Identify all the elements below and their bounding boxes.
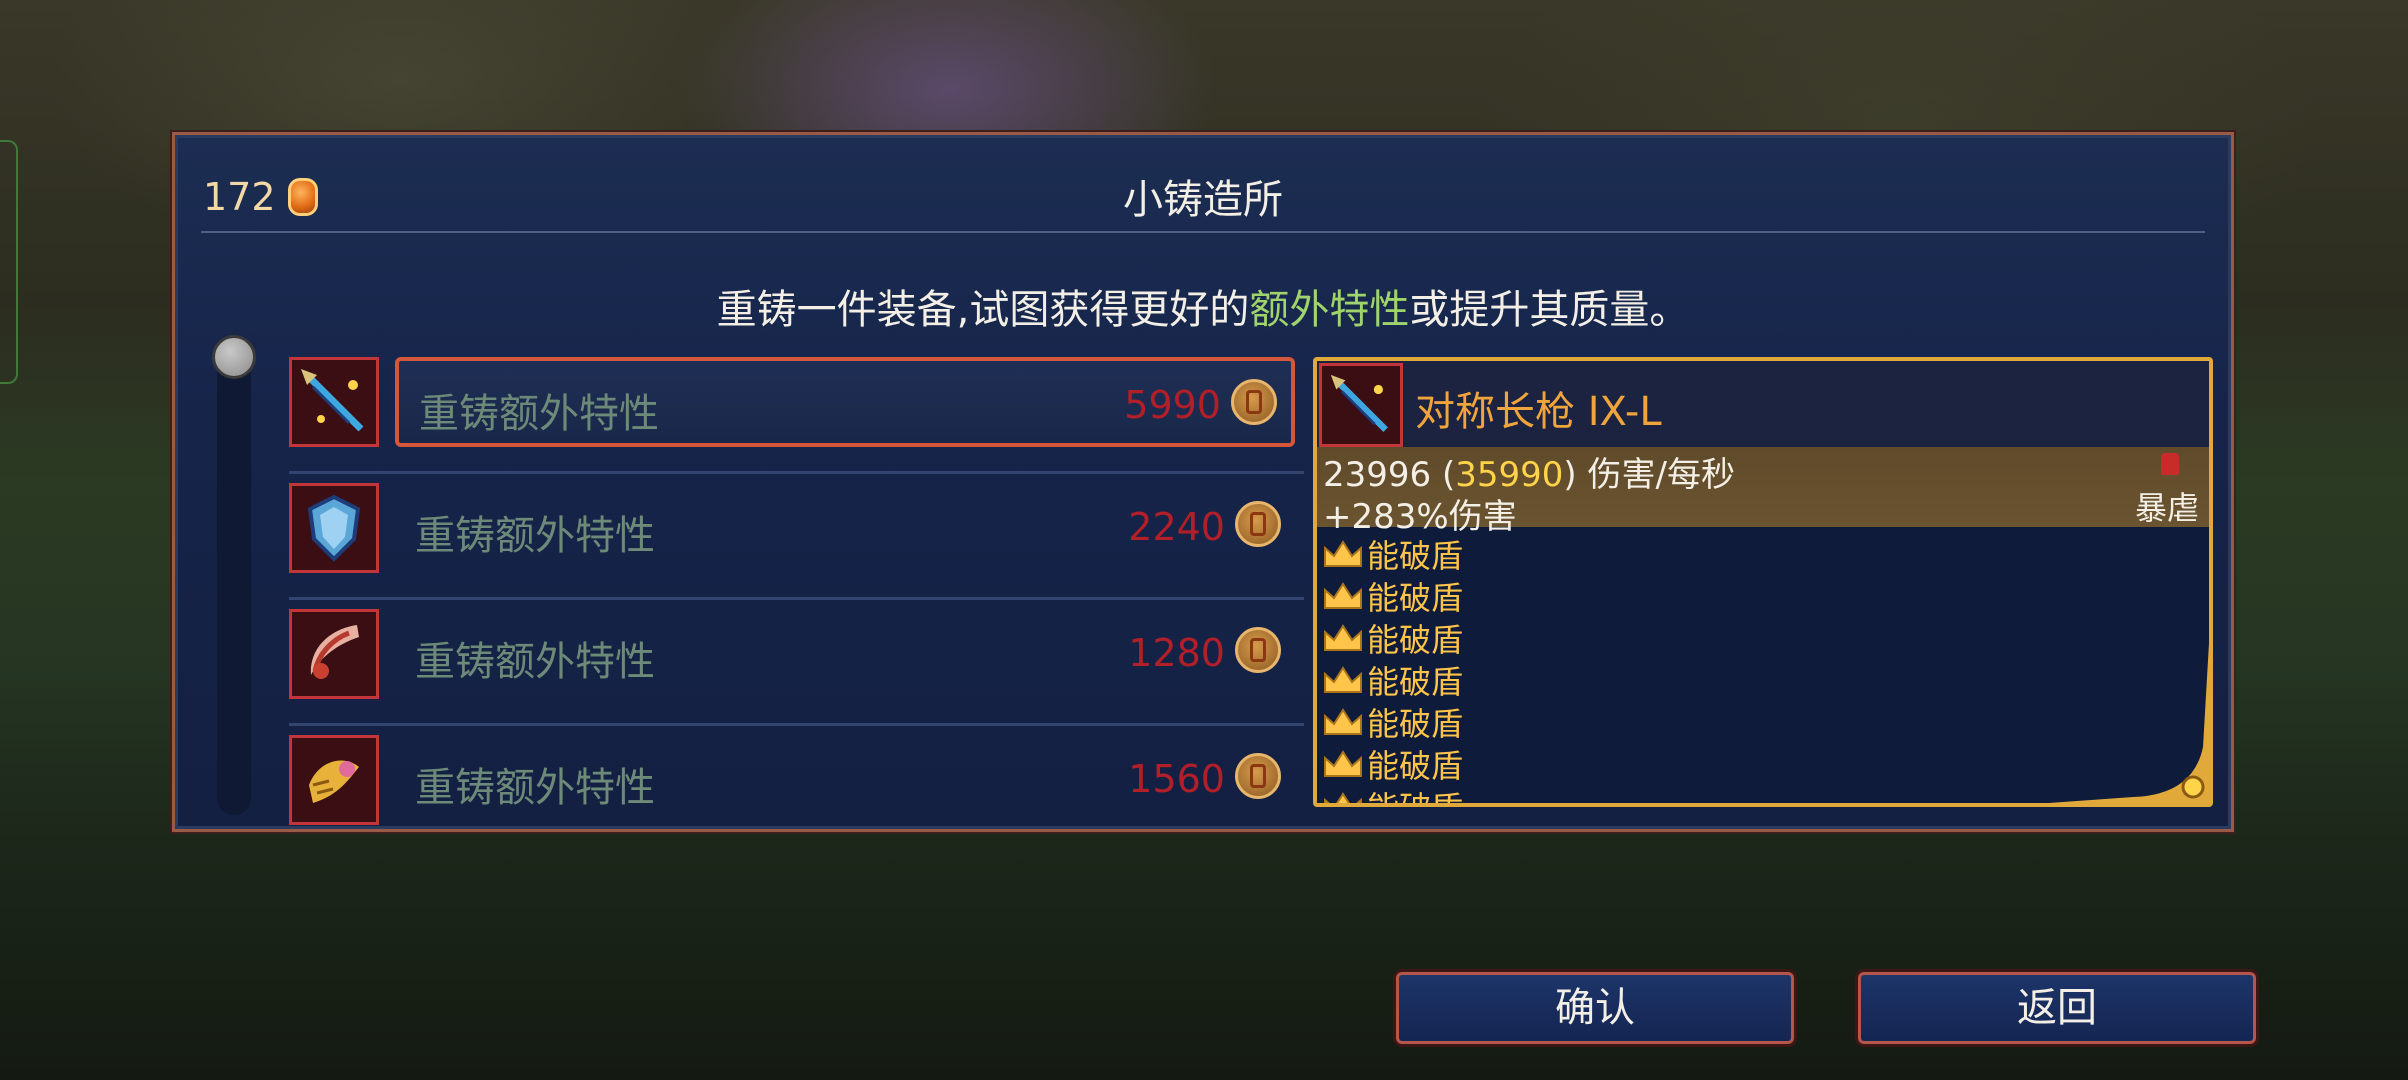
page-title: 小铸造所 bbox=[1123, 177, 1283, 223]
reforge-button[interactable]: 重铸额外特性 1280 bbox=[395, 609, 1295, 699]
mod-item: 能破盾 bbox=[1323, 783, 1463, 803]
row-divider bbox=[289, 723, 1304, 726]
reforge-label: 重铸额外特性 bbox=[415, 765, 655, 811]
dps-unit: ) 伤害/每秒 bbox=[1563, 455, 1735, 495]
reforge-button[interactable]: 重铸额外特性 5990 bbox=[395, 357, 1295, 447]
detail-header: 对称长枪 IX-L bbox=[1317, 361, 2209, 447]
row-divider bbox=[289, 471, 1304, 474]
reforge-button[interactable]: 重铸额外特性 1560 bbox=[395, 735, 1295, 825]
crown-icon bbox=[1323, 792, 1363, 803]
instruction-part-2: 或提升其质量。 bbox=[1409, 287, 1690, 333]
mod-label: 能破盾 bbox=[1367, 663, 1464, 701]
mod-item: 能破盾 bbox=[1323, 701, 1463, 743]
corner-ornament bbox=[2049, 643, 2209, 803]
mod-label: 能破盾 bbox=[1367, 537, 1464, 575]
mod-item: 能破盾 bbox=[1323, 575, 1463, 617]
back-button[interactable]: 返回 bbox=[1858, 972, 2256, 1044]
claw-icon bbox=[289, 609, 379, 699]
reforge-label: 重铸额外特性 bbox=[415, 513, 655, 559]
reforge-cost: 1280 bbox=[1128, 631, 1225, 675]
reforge-cost: 5990 bbox=[1124, 383, 1221, 427]
crown-icon bbox=[1323, 624, 1363, 652]
fist-icon bbox=[2161, 453, 2179, 475]
mod-label: 能破盾 bbox=[1367, 579, 1464, 617]
spear-icon bbox=[289, 357, 379, 447]
reforge-label: 重铸额外特性 bbox=[415, 639, 655, 685]
spear-icon bbox=[1319, 363, 1403, 447]
crown-icon bbox=[1323, 582, 1363, 610]
instruction-part-1: 重铸一件装备,试图获得更好的 bbox=[716, 287, 1250, 333]
side-tab-edge bbox=[0, 140, 18, 384]
list-item[interactable]: 重铸额外特性 5990 bbox=[289, 357, 1304, 483]
scaling-tag: 暴虐 bbox=[2135, 453, 2199, 529]
gold-coin-icon bbox=[1235, 753, 1281, 799]
confirm-button[interactable]: 确认 bbox=[1396, 972, 1794, 1044]
crown-icon bbox=[1323, 666, 1363, 694]
item-name: 对称长枪 IX-L bbox=[1415, 389, 1662, 435]
stats-block: 23996 (35990) 伤害/每秒 +283%伤害 暴虐 bbox=[1317, 447, 2209, 537]
forge-panel: 172 小铸造所 重铸一件装备,试图获得更好的额外特性或提升其质量。 重铸额外特… bbox=[172, 132, 2234, 832]
mod-list: 能破盾 能破盾 能破盾 能破盾 能破盾 能破盾 能破盾 bbox=[1323, 533, 1463, 803]
instruction-text: 重铸一件装备,试图获得更好的额外特性或提升其质量。 bbox=[175, 277, 2231, 335]
scrollbar-thumb[interactable] bbox=[212, 335, 256, 379]
golden-fish-icon bbox=[289, 735, 379, 825]
gold-coin-icon bbox=[1235, 627, 1281, 673]
title-divider bbox=[201, 231, 2205, 233]
mod-label: 能破盾 bbox=[1367, 705, 1464, 743]
list-item[interactable]: 重铸额外特性 1560 bbox=[289, 735, 1304, 827]
crown-icon bbox=[1323, 708, 1363, 736]
mod-item: 能破盾 bbox=[1323, 533, 1463, 575]
row-divider bbox=[289, 597, 1304, 600]
crown-icon bbox=[1323, 750, 1363, 778]
list-item[interactable]: 重铸额外特性 2240 bbox=[289, 483, 1304, 609]
mod-label: 能破盾 bbox=[1367, 621, 1464, 659]
equipment-list: 重铸额外特性 5990 重铸额外特性 2240 重铸额外特性 1280 重铸额外… bbox=[289, 357, 1304, 827]
crown-icon bbox=[1323, 540, 1363, 568]
mod-item: 能破盾 bbox=[1323, 743, 1463, 785]
mod-label: 能破盾 bbox=[1367, 783, 1463, 803]
instruction-highlight: 额外特性 bbox=[1249, 287, 1410, 333]
shield-icon bbox=[289, 483, 379, 573]
mod-label: 能破盾 bbox=[1367, 747, 1464, 785]
reforge-cost: 1560 bbox=[1128, 757, 1225, 801]
reforge-cost: 2240 bbox=[1128, 505, 1225, 549]
gold-coin-icon bbox=[1235, 501, 1281, 547]
gold-coin-icon bbox=[1231, 379, 1277, 425]
scaling-label: 暴虐 bbox=[2134, 489, 2199, 527]
scrollbar-track[interactable] bbox=[217, 345, 251, 815]
mod-item: 能破盾 bbox=[1323, 659, 1463, 701]
item-detail-panel: 对称长枪 IX-L 23996 (35990) 伤害/每秒 +283%伤害 暴虐… bbox=[1313, 357, 2213, 807]
mod-item: 能破盾 bbox=[1323, 617, 1463, 659]
reforge-label: 重铸额外特性 bbox=[419, 391, 659, 437]
list-item[interactable]: 重铸额外特性 1280 bbox=[289, 609, 1304, 735]
reforge-button[interactable]: 重铸额外特性 2240 bbox=[395, 483, 1295, 573]
